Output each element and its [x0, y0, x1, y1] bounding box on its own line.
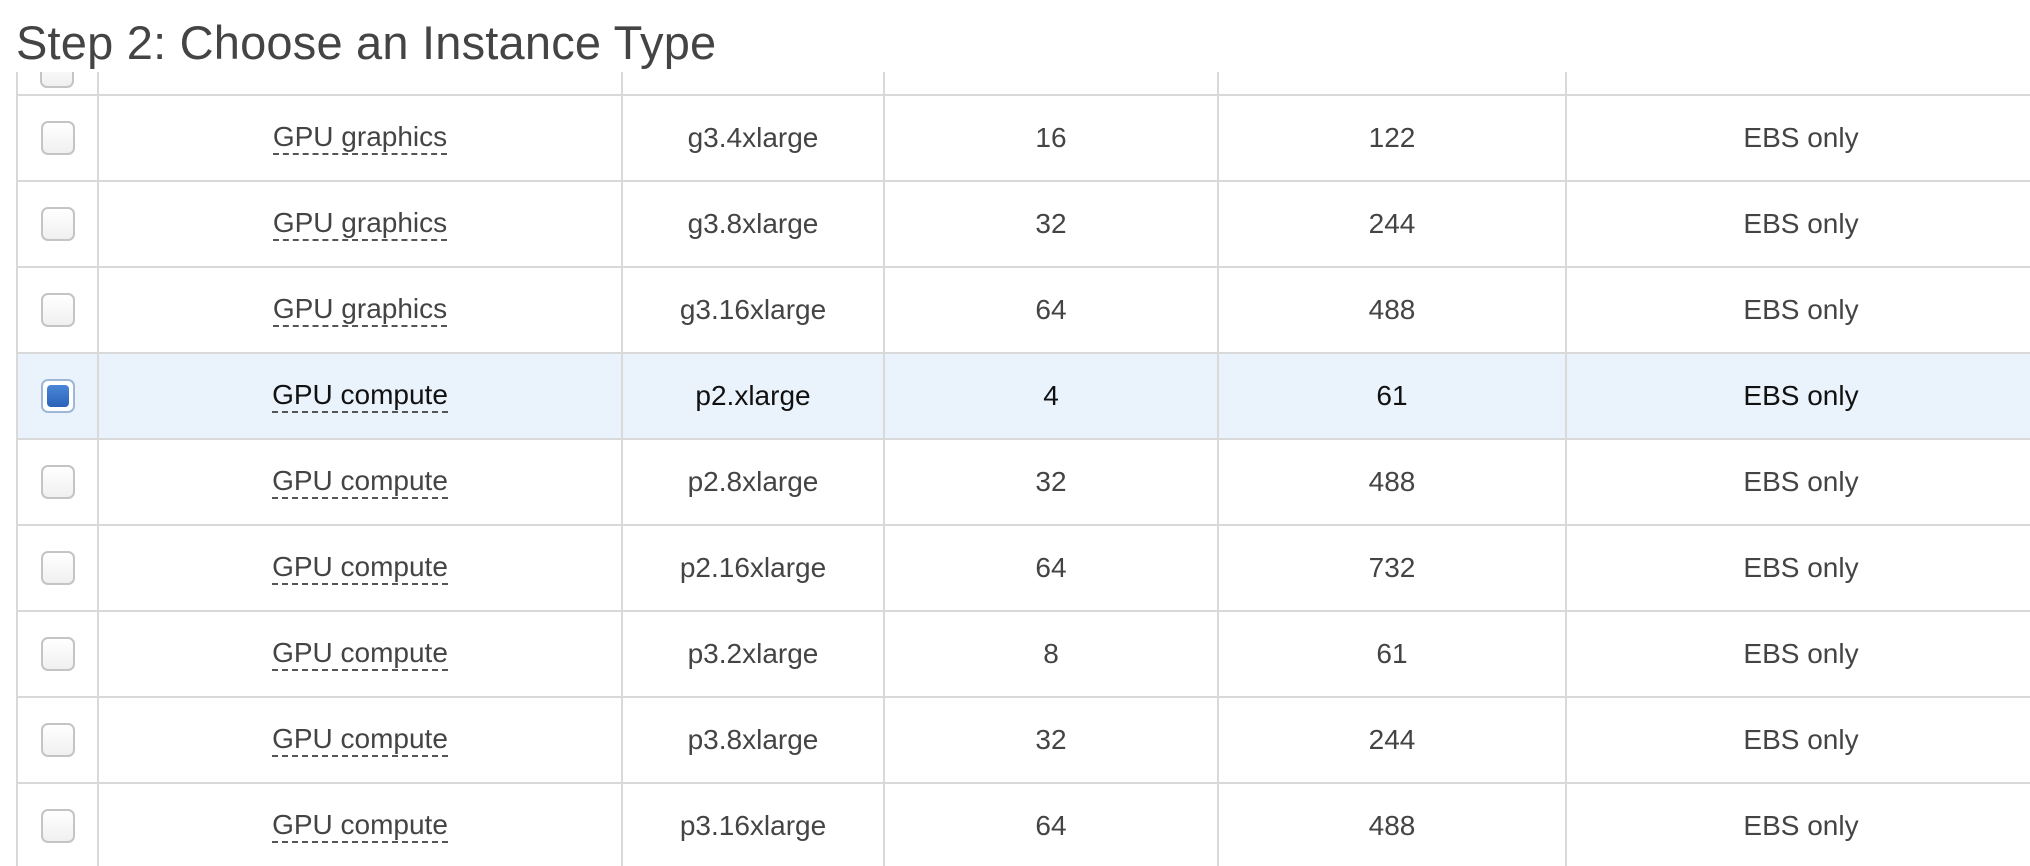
row-select-cell [18, 96, 99, 180]
storage-cell: EBS only [1567, 268, 2030, 352]
memory-cell: 488 [1219, 268, 1567, 352]
row-checkbox[interactable] [40, 293, 75, 327]
row-select-cell [18, 354, 99, 438]
vcpu-cell: 64 [885, 526, 1219, 610]
family-label[interactable]: GPU compute [272, 637, 448, 671]
row-select-cell [18, 72, 99, 94]
page-title: Step 2: Choose an Instance Type [16, 16, 717, 69]
type-cell: p3.8xlarge [623, 698, 885, 782]
table-row-partial [18, 72, 2030, 96]
row-select-cell [18, 440, 99, 524]
vcpu-cell: 32 [885, 440, 1219, 524]
type-cell: p2.16xlarge [623, 526, 885, 610]
family-cell: GPU graphics [99, 182, 623, 266]
vcpu-cell: 64 [885, 268, 1219, 352]
table-row[interactable]: GPU compute p2.16xlarge 64 732 EBS only [18, 526, 2030, 612]
type-cell: p3.16xlarge [623, 784, 885, 866]
type-cell: p2.xlarge [623, 354, 885, 438]
type-cell: p2.8xlarge [623, 440, 885, 524]
vcpu-cell: 64 [885, 784, 1219, 866]
type-cell: g3.16xlarge [623, 268, 885, 352]
memory-cell: 488 [1219, 784, 1567, 866]
row-select-cell [18, 268, 99, 352]
family-label[interactable]: GPU compute [272, 379, 448, 413]
table-row[interactable]: GPU compute p2.8xlarge 32 488 EBS only [18, 440, 2030, 526]
storage-cell: EBS only [1567, 96, 2030, 180]
vcpu-cell: 32 [885, 182, 1219, 266]
row-select-cell [18, 784, 99, 866]
row-checkbox[interactable] [40, 809, 75, 843]
row-checkbox[interactable] [40, 465, 75, 499]
memory-cell: 122 [1219, 96, 1567, 180]
instance-type-page: Step 2: Choose an Instance Type GPU grap… [0, 0, 2030, 866]
type-cell: g3.8xlarge [623, 182, 885, 266]
storage-cell: EBS only [1567, 784, 2030, 866]
family-cell: GPU graphics [99, 268, 623, 352]
storage-cell: EBS only [1567, 440, 2030, 524]
family-cell: GPU compute [99, 354, 623, 438]
family-label[interactable]: GPU compute [272, 809, 448, 843]
type-cell: p3.2xlarge [623, 612, 885, 696]
storage-cell: EBS only [1567, 182, 2030, 266]
family-label[interactable]: GPU graphics [272, 293, 448, 327]
storage-cell: EBS only [1567, 612, 2030, 696]
row-select-cell [18, 698, 99, 782]
family-cell: GPU compute [99, 784, 623, 866]
family-label[interactable]: GPU graphics [272, 121, 448, 155]
table-row[interactable]: GPU compute p3.8xlarge 32 244 EBS only [18, 698, 2030, 784]
type-cell: g3.4xlarge [623, 96, 885, 180]
table-row[interactable]: GPU graphics g3.16xlarge 64 488 EBS only [18, 268, 2030, 354]
table-row[interactable]: GPU graphics g3.8xlarge 32 244 EBS only [18, 182, 2030, 268]
family-cell: GPU compute [99, 698, 623, 782]
memory-cell: 732 [1219, 526, 1567, 610]
family-cell: GPU graphics [99, 96, 623, 180]
table-row[interactable]: GPU compute p2.xlarge 4 61 EBS only [18, 354, 2030, 440]
row-checkbox[interactable] [40, 379, 75, 413]
memory-cell: 488 [1219, 440, 1567, 524]
family-label[interactable]: GPU compute [272, 465, 448, 499]
instance-type-table: GPU graphics g3.4xlarge 16 122 EBS only … [16, 72, 2030, 866]
row-select-cell [18, 526, 99, 610]
storage-cell: EBS only [1567, 526, 2030, 610]
family-cell: GPU compute [99, 526, 623, 610]
table-row[interactable]: GPU compute p3.2xlarge 8 61 EBS only [18, 612, 2030, 698]
row-select-cell [18, 612, 99, 696]
memory-cell: 244 [1219, 182, 1567, 266]
vcpu-cell: 32 [885, 698, 1219, 782]
family-label[interactable]: GPU graphics [272, 207, 448, 241]
row-checkbox[interactable] [40, 723, 75, 757]
vcpu-cell: 8 [885, 612, 1219, 696]
memory-cell: 61 [1219, 612, 1567, 696]
row-select-cell [18, 182, 99, 266]
row-checkbox[interactable] [40, 72, 74, 88]
memory-cell: 61 [1219, 354, 1567, 438]
row-checkbox[interactable] [40, 207, 75, 241]
family-label[interactable]: GPU compute [272, 723, 448, 757]
vcpu-cell: 16 [885, 96, 1219, 180]
family-cell: GPU compute [99, 440, 623, 524]
memory-cell: 244 [1219, 698, 1567, 782]
row-checkbox[interactable] [40, 121, 75, 155]
family-label[interactable]: GPU compute [272, 551, 448, 585]
vcpu-cell: 4 [885, 354, 1219, 438]
table-row[interactable]: GPU graphics g3.4xlarge 16 122 EBS only [18, 96, 2030, 182]
table-row[interactable]: GPU compute p3.16xlarge 64 488 EBS only [18, 784, 2030, 866]
storage-cell: EBS only [1567, 698, 2030, 782]
row-checkbox[interactable] [40, 637, 75, 671]
row-checkbox[interactable] [40, 551, 75, 585]
storage-cell: EBS only [1567, 354, 2030, 438]
family-cell: GPU compute [99, 612, 623, 696]
